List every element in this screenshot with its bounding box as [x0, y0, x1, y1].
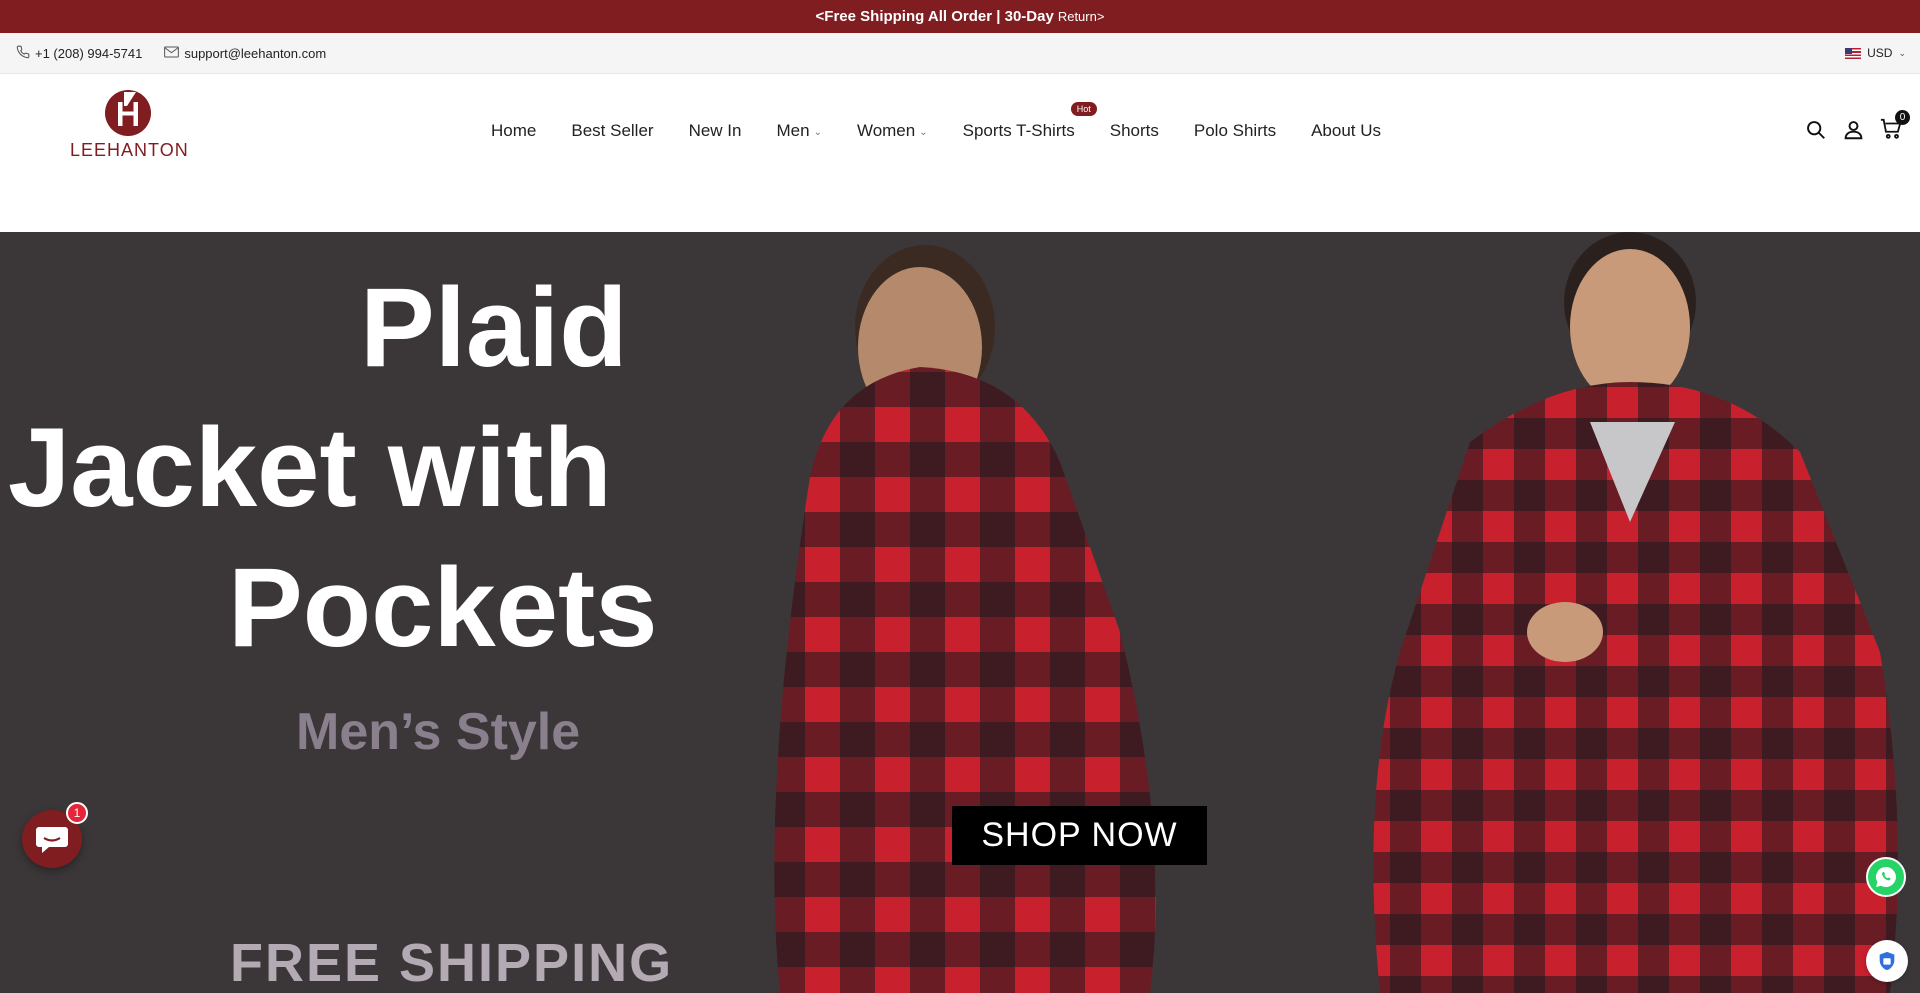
currency-label: USD: [1867, 46, 1893, 60]
search-icon[interactable]: [1804, 118, 1826, 140]
nav-label: Sports T-Shirts: [962, 121, 1075, 140]
nav-new-in[interactable]: New In: [689, 121, 742, 141]
chevron-down-icon: ⌄: [919, 126, 928, 138]
hero-title-line2: Jacket with: [8, 405, 612, 530]
account-icon[interactable]: [1842, 118, 1864, 140]
nav-men[interactable]: Men ⌄: [776, 121, 821, 141]
main-navigation: Home Best Seller New In Men ⌄ Women ⌄ Spor…: [491, 102, 1381, 146]
announcement-text: Free Shipping All Order | 30-Day: [824, 8, 1054, 25]
cart-count-badge: 0: [1895, 110, 1910, 125]
hero-title-line1: Plaid: [360, 265, 628, 390]
nav-label: Men: [776, 121, 810, 140]
nav-best-seller[interactable]: Best Seller: [571, 121, 653, 141]
us-flag-icon: [1845, 47, 1862, 59]
phone-link[interactable]: +1 (208) 994-5741: [16, 45, 142, 62]
announcement-arrow-right: >: [1096, 9, 1105, 24]
nav-polo-shirts[interactable]: Polo Shirts: [1194, 121, 1276, 141]
announcement-bar[interactable]: < Free Shipping All Order | 30-Day Retur…: [0, 0, 1920, 33]
nav-label: Best Seller: [571, 121, 654, 140]
privacy-shield-button[interactable]: [1866, 940, 1908, 982]
logo-mark-icon: [104, 90, 151, 136]
email-address: support@leehanton.com: [184, 45, 327, 61]
header-actions: 0: [1804, 110, 1910, 144]
chat-widget-button[interactable]: 1: [22, 802, 88, 868]
whatsapp-button[interactable]: [1866, 857, 1906, 897]
announcement-return: Return: [1057, 9, 1097, 24]
email-link[interactable]: support@leehanton.com: [164, 46, 326, 61]
nav-sports-t-shirts[interactable]: Sports T-Shirts Hot: [962, 102, 1097, 141]
hero-models-image: [774, 232, 1898, 993]
phone-number: +1 (208) 994-5741: [35, 45, 143, 61]
chevron-down-icon: ⌄: [1898, 47, 1906, 58]
shield-icon: [1879, 951, 1895, 971]
site-header: LEEHANTON Home Best Seller New In Men ⌄ W…: [0, 74, 1920, 232]
announcement-arrow-left: <: [815, 8, 825, 25]
logo-text: LEEHANTON: [70, 140, 189, 160]
nav-label: New In: [688, 121, 742, 140]
hero-banner[interactable]: Plaid Jacket with Pockets Men’s Style SH…: [0, 232, 1920, 993]
chevron-down-icon: ⌄: [813, 126, 822, 138]
hot-badge: Hot: [1070, 102, 1097, 116]
nav-label: Home: [491, 121, 537, 140]
hero-subtitle: Men’s Style: [296, 703, 581, 761]
contact-bar: +1 (208) 994-5741 support@leehanton.com …: [0, 33, 1920, 74]
nav-label: Shorts: [1109, 121, 1159, 140]
nav-about-us[interactable]: About Us: [1311, 121, 1381, 141]
currency-selector[interactable]: USD ⌄: [1845, 33, 1906, 73]
chat-notification-badge: 1: [66, 802, 88, 824]
nav-label: About Us: [1311, 121, 1382, 140]
nav-label: Polo Shirts: [1193, 121, 1277, 140]
nav-home[interactable]: Home: [491, 121, 536, 141]
whatsapp-icon: [1876, 867, 1896, 887]
hero-title-line3: Pockets: [228, 545, 658, 670]
nav-women[interactable]: Women ⌄: [857, 121, 928, 141]
chat-icon: [36, 827, 68, 853]
nav-label: Women: [856, 121, 916, 140]
contact-info: +1 (208) 994-5741 support@leehanton.com: [16, 33, 326, 73]
shop-now-button[interactable]: SHOP NOW: [952, 806, 1207, 865]
brand-logo[interactable]: LEEHANTON: [70, 88, 189, 168]
hero-free-shipping: FREE SHIPPING: [230, 933, 674, 993]
cart-icon[interactable]: 0: [1880, 110, 1910, 140]
phone-icon: [16, 45, 30, 62]
mail-icon: [164, 46, 180, 61]
nav-shorts[interactable]: Shorts: [1110, 121, 1159, 141]
